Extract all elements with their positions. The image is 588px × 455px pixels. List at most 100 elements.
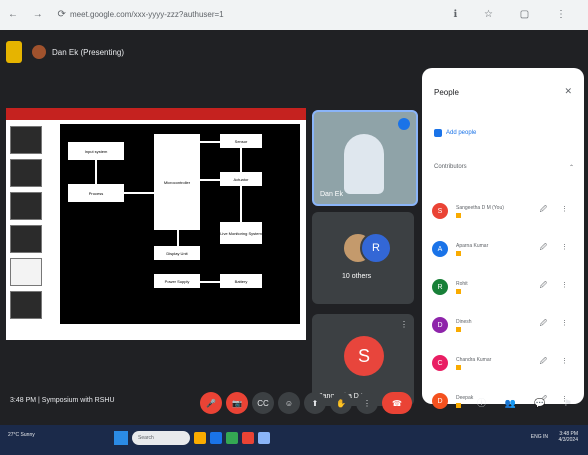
list-item[interactable]: C Chandra Kumar 🖉 ⋮ (432, 344, 578, 382)
panel-actions: Add people (434, 126, 574, 140)
list-item[interactable]: A Aparna Kumar 🖉 ⋮ (432, 230, 578, 268)
chrome-icon[interactable] (226, 432, 238, 444)
slide-thumb (10, 159, 42, 187)
mic-off-button[interactable]: 🎤 (200, 392, 222, 414)
participant-name: 10 others (342, 273, 372, 280)
diagram-box: Power Supply (154, 274, 200, 288)
url-bar[interactable]: meet.google.com/xxx-yyyy-zzz?authuser=1 (70, 10, 224, 19)
activity-icon[interactable] (6, 41, 22, 63)
diagram-box: Sensor (220, 134, 262, 148)
camera-off-button[interactable]: 📷 (226, 392, 248, 414)
slide-thumbnails (10, 126, 44, 336)
browser-nav-buttons[interactable]: ← → ⟳ (8, 9, 72, 20)
call-controls: 3:48 PM | Symposium with RSHU 🎤 📷 CC ☺ ⬆… (0, 383, 588, 425)
windows-taskbar: 27°C Sunny Search ENG IN 3:48 PM 4/3/202… (0, 425, 588, 455)
participant-tile[interactable]: Dan Ek (312, 110, 418, 206)
participant-tile[interactable]: R 10 others (312, 212, 414, 304)
diagram-arrow (200, 281, 220, 283)
diagram-arrow (200, 141, 220, 143)
control-buttons: 🎤 📷 CC ☺ ⬆ ✋ ⋮ ☎ (200, 389, 412, 417)
windows-start-icon[interactable] (114, 431, 128, 445)
shared-screen: Input system Process Microcontroller Sen… (6, 108, 306, 340)
raise-hand-button[interactable]: ✋ (330, 392, 352, 414)
meet-window: Dan Ek (Presenting) Input system Process… (0, 30, 588, 425)
participant-name: Aparna Kumar (456, 242, 489, 249)
host-badge (456, 212, 461, 218)
more-options-button[interactable]: ⋮ (356, 392, 378, 414)
app-icon[interactable] (258, 432, 270, 444)
emoji-button[interactable]: ☺ (278, 392, 300, 414)
end-call-button[interactable]: ☎ (382, 392, 412, 414)
file-explorer-icon[interactable] (194, 432, 206, 444)
system-tray[interactable]: ENG IN (531, 434, 548, 440)
chevron-up-icon: ⌃ (568, 165, 574, 171)
diagram-arrow (200, 179, 220, 181)
speaking-indicator-icon (398, 118, 410, 130)
browser-toolbar: ← → ⟳ meet.google.com/xxx-yyyy-zzz?authu… (0, 0, 588, 30)
meeting-info: 3:48 PM | Symposium with RSHU (10, 397, 115, 404)
contributors-label: Contributors (434, 164, 467, 170)
list-item[interactable]: S Sangeetha D M (You) 🖉 ⋮ (432, 192, 578, 230)
slide-thumb (10, 126, 42, 154)
diagram-box: Display Unit (154, 246, 200, 260)
diagram-box: Input system (68, 142, 124, 160)
host-badge (456, 364, 461, 370)
row-actions[interactable]: 🖉 ⋮ (540, 357, 574, 368)
diagram-box: Process (68, 184, 124, 202)
participant-name: Dan Ek (320, 191, 343, 198)
taskbar-search[interactable]: Search (132, 431, 190, 445)
row-actions[interactable]: 🖉 ⋮ (540, 281, 574, 292)
diagram-arrow (240, 148, 242, 172)
diagram-arrow (240, 186, 242, 222)
taskbar-apps: Search (114, 431, 270, 445)
avatar: S (344, 336, 384, 376)
presenting-text: Dan Ek (Presenting) (52, 47, 125, 57)
people-panel: People ✕ Add people Contributors ⌃ S San… (422, 68, 584, 409)
avatar: D (432, 317, 448, 333)
tile-menu-icon[interactable]: ⋮ (400, 320, 408, 329)
host-badge (456, 250, 461, 256)
participant-name: Chandra Kumar (456, 356, 492, 363)
slide-thumb (10, 192, 42, 220)
diagram-box: Actuator (220, 172, 262, 186)
powerpoint-icon[interactable] (242, 432, 254, 444)
side-panel-buttons[interactable]: ⓘ 👥 💬 ⚑ (477, 396, 580, 409)
close-icon[interactable]: ✕ (564, 86, 572, 97)
row-actions[interactable]: 🖉 ⋮ (540, 243, 574, 254)
host-badge (456, 326, 461, 332)
date-text: 4/3/2024 (558, 437, 578, 443)
list-item[interactable]: R Rohit 🖉 ⋮ (432, 268, 578, 306)
diagram-arrow (177, 230, 179, 246)
list-item[interactable]: D Dinesh 🖉 ⋮ (432, 306, 578, 344)
panel-title: People (434, 88, 459, 97)
ppt-ribbon (6, 108, 306, 120)
diagram-box: Live Monitoring System (220, 222, 262, 244)
row-actions[interactable]: 🖉 ⋮ (540, 319, 574, 330)
avatar: S (432, 203, 448, 219)
add-person-icon (434, 129, 442, 137)
contributors-header[interactable]: Contributors ⌃ (434, 164, 574, 174)
add-people-button[interactable]: Add people (434, 126, 476, 140)
host-badge (456, 288, 461, 294)
presenter-avatar (32, 45, 46, 59)
diagram-box: Battery (220, 274, 262, 288)
participant-name: Dinesh (456, 318, 472, 325)
weather-widget[interactable]: 27°C Sunny (8, 432, 36, 438)
row-actions[interactable]: 🖉 ⋮ (540, 205, 574, 216)
slide-thumb (10, 225, 42, 253)
diagram-arrow (124, 192, 154, 194)
add-people-label: Add people (446, 130, 477, 136)
avatar: C (432, 355, 448, 371)
presenter-label: Dan Ek (Presenting) (6, 40, 124, 64)
captions-button[interactable]: CC (252, 392, 274, 414)
browser-actions[interactable]: ℹ ☆ ▢ ⋮ (453, 9, 578, 20)
diagram-box: Microcontroller (154, 134, 200, 230)
participant-video (344, 134, 384, 194)
block-diagram: Input system Process Microcontroller Sen… (60, 124, 300, 324)
edge-icon[interactable] (210, 432, 222, 444)
diagram-arrow (95, 160, 97, 184)
avatar: R (360, 232, 392, 264)
present-button[interactable]: ⬆ (304, 392, 326, 414)
slide-thumb (10, 258, 42, 286)
clock[interactable]: 3:48 PM 4/3/2024 (548, 431, 578, 443)
